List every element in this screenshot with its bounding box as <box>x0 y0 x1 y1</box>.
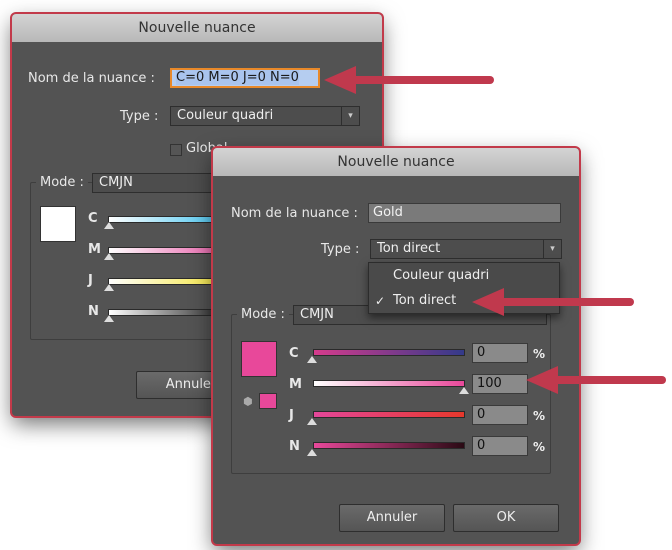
front-small-swatch <box>259 393 277 409</box>
front-slider-j[interactable] <box>313 411 465 418</box>
front-name-label: Nom de la nuance : <box>231 206 358 221</box>
back-channel-j: J <box>88 273 93 288</box>
back-channel-n: N <box>88 304 99 319</box>
back-name-value: C=0 M=0 J=0 N=0 <box>176 70 299 85</box>
back-slider-j[interactable] <box>108 278 228 285</box>
chevron-down-icon: ▾ <box>341 107 359 125</box>
cancel-button[interactable]: Annuler <box>339 504 445 532</box>
front-name-field[interactable]: Gold <box>368 203 561 223</box>
front-dialog: Nouvelle nuance Nom de la nuance : Gold … <box>213 148 579 544</box>
back-slider-n-thumb[interactable] <box>104 315 114 322</box>
global-checkbox[interactable] <box>170 144 182 156</box>
front-color-swatch <box>241 341 277 377</box>
front-type-value: Ton direct <box>377 241 441 256</box>
arrow-to-name-field <box>324 66 494 94</box>
back-slider-m-thumb[interactable] <box>104 253 114 260</box>
front-slider-j-thumb[interactable] <box>307 418 317 425</box>
check-icon: ✓ <box>375 294 386 308</box>
arrow-to-m-value <box>526 366 666 394</box>
front-slider-n-thumb[interactable] <box>307 449 317 456</box>
front-channel-j: J <box>289 408 294 423</box>
menu-item-label: Ton direct <box>393 293 457 308</box>
front-slider-n[interactable] <box>313 442 465 449</box>
spot-color-icon: ⬢ <box>243 395 253 408</box>
front-mode-label: Mode : <box>237 307 289 322</box>
front-value-n[interactable]: 0 <box>472 436 528 456</box>
front-value-c[interactable]: 0 <box>472 343 528 363</box>
front-name-value: Gold <box>373 205 403 220</box>
front-value-m[interactable]: 100 <box>472 374 528 394</box>
back-type-select[interactable]: Couleur quadri ▾ <box>170 106 360 126</box>
menu-item-label: Couleur quadri <box>393 268 490 283</box>
front-slider-m-thumb[interactable] <box>459 387 469 394</box>
front-unit-n: % <box>533 440 546 454</box>
chevron-down-icon: ▾ <box>543 240 561 258</box>
ok-button[interactable]: OK <box>453 504 559 532</box>
front-channel-c: C <box>289 346 299 361</box>
back-dialog-title: Nouvelle nuance <box>12 14 382 42</box>
back-color-swatch <box>40 206 76 242</box>
front-slider-m[interactable] <box>313 380 465 387</box>
back-channel-c: C <box>88 211 98 226</box>
back-mode-label: Mode : <box>36 175 88 190</box>
arrow-to-ton-direct <box>472 288 634 316</box>
front-unit-c: % <box>533 347 546 361</box>
front-slider-c-thumb[interactable] <box>307 356 317 363</box>
back-slider-m[interactable] <box>108 247 228 254</box>
front-type-select[interactable]: Ton direct ▾ <box>370 239 562 259</box>
back-name-field[interactable]: C=0 M=0 J=0 N=0 <box>170 68 320 88</box>
front-value-j[interactable]: 0 <box>472 405 528 425</box>
front-unit-j: % <box>533 409 546 423</box>
back-channel-m: M <box>88 242 101 257</box>
front-dialog-title: Nouvelle nuance <box>213 148 579 176</box>
back-mode-value: CMJN <box>99 175 133 190</box>
back-slider-c-thumb[interactable] <box>104 222 114 229</box>
front-channel-n: N <box>289 439 300 454</box>
front-type-label: Type : <box>321 242 360 257</box>
back-type-label: Type : <box>120 109 159 124</box>
back-slider-j-thumb[interactable] <box>104 284 114 291</box>
front-channel-m: M <box>289 377 302 392</box>
front-slider-c[interactable] <box>313 349 465 356</box>
back-name-label: Nom de la nuance : <box>28 71 155 86</box>
back-type-value: Couleur quadri <box>177 108 274 123</box>
back-slider-n[interactable] <box>108 309 228 316</box>
front-mode-value: CMJN <box>300 307 334 322</box>
back-slider-c[interactable] <box>108 216 228 223</box>
